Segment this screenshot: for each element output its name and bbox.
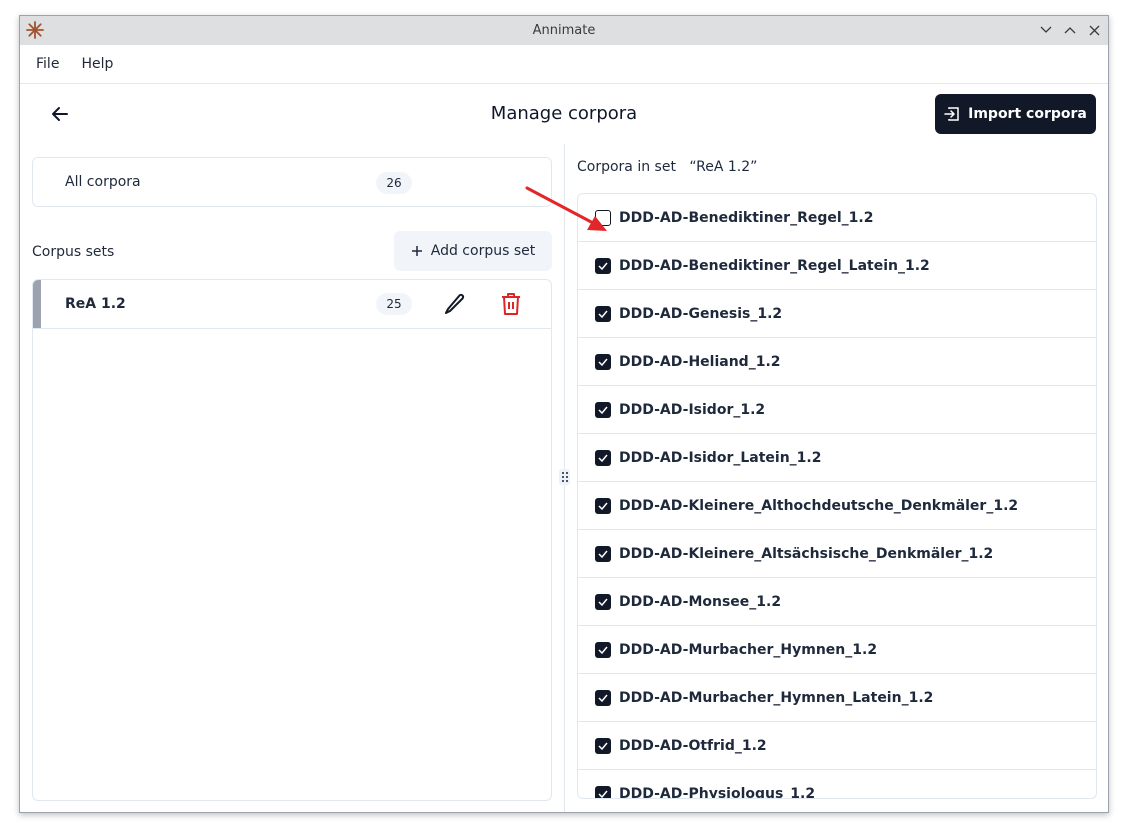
pencil-icon xyxy=(445,293,465,314)
corpus-checkbox[interactable] xyxy=(595,545,611,562)
corpus-row[interactable]: DDD-AD-Isidor_1.2 xyxy=(578,386,1096,434)
trash-icon xyxy=(502,293,520,315)
corpus-checkbox[interactable] xyxy=(595,641,611,658)
corpus-row[interactable]: DDD-AD-Kleinere_Altsächsische_Denkmäler_… xyxy=(578,530,1096,578)
corpus-sets-pane: All corpora 26 Corpus sets Add corpus se… xyxy=(32,157,552,801)
corpus-name: DDD-AD-Murbacher_Hymnen_1.2 xyxy=(619,641,878,658)
menu-help[interactable]: Help xyxy=(81,56,113,72)
corpus-name: DDD-AD-Isidor_1.2 xyxy=(619,401,766,418)
corpus-name: DDD-AD-Benediktiner_Regel_1.2 xyxy=(619,209,874,226)
close-icon xyxy=(1089,25,1099,35)
all-corpora-item[interactable]: All corpora 26 xyxy=(32,157,552,207)
corpus-row[interactable]: DDD-AD-Isidor_Latein_1.2 xyxy=(578,434,1096,482)
corpus-checklist: DDD-AD-Benediktiner_Regel_1.2 DDD-AD-Bene… xyxy=(577,193,1097,799)
corpus-name: DDD-AD-Physiologus_1.2 xyxy=(619,785,816,799)
corpus-sets-list: ReA 1.2 25 xyxy=(32,279,552,801)
corpus-sets-heading: Corpus sets xyxy=(32,244,115,260)
import-corpora-button[interactable]: Import corpora xyxy=(935,94,1096,134)
heading-set-name: “ReA 1.2” xyxy=(689,159,758,175)
delete-set-button[interactable] xyxy=(497,290,525,318)
check-icon xyxy=(598,454,608,462)
check-icon xyxy=(598,790,608,798)
corpora-in-set-heading: Corpora in set “ReA 1.2” xyxy=(577,159,757,175)
check-icon xyxy=(598,502,608,510)
menu-file[interactable]: File xyxy=(36,56,59,72)
chevron-down-icon xyxy=(1040,26,1052,33)
corpus-row[interactable]: DDD-AD-Kleinere_Althochdeutsche_Denkmäle… xyxy=(578,482,1096,530)
corpus-checkbox[interactable] xyxy=(595,305,611,322)
corpus-row[interactable]: DDD-AD-Benediktiner_Regel_Latein_1.2 xyxy=(578,242,1096,290)
heading-prefix: Corpora in set xyxy=(577,159,676,175)
check-icon xyxy=(598,742,608,750)
corpus-checkbox[interactable] xyxy=(595,497,611,514)
check-icon xyxy=(598,598,608,606)
corpus-checkbox[interactable] xyxy=(595,737,611,754)
corpus-set-count-badge: 25 xyxy=(376,293,412,315)
corpus-row[interactable]: DDD-AD-Genesis_1.2 xyxy=(578,290,1096,338)
corpus-checkbox[interactable] xyxy=(595,689,611,706)
selected-indicator xyxy=(33,280,41,328)
resize-handle[interactable] xyxy=(559,469,570,485)
corpora-in-set-pane: Corpora in set “ReA 1.2” DDD-AD-Benedikt… xyxy=(577,157,1097,801)
corpus-checkbox[interactable] xyxy=(595,449,611,466)
window-title: Annimate xyxy=(532,23,596,38)
corpus-name: DDD-AD-Murbacher_Hymnen_Latein_1.2 xyxy=(619,689,934,706)
corpus-name: DDD-AD-Kleinere_Altsächsische_Denkmäler_… xyxy=(619,545,994,562)
corpus-checkbox[interactable] xyxy=(595,785,611,798)
title-bar: Annimate xyxy=(20,16,1108,45)
add-corpus-set-label: Add corpus set xyxy=(430,243,536,259)
close-window-button[interactable] xyxy=(1086,21,1102,39)
page-header: Manage corpora Import corpora xyxy=(20,84,1108,144)
corpus-name: DDD-AD-Benediktiner_Regel_Latein_1.2 xyxy=(619,257,930,274)
corpus-name: DDD-AD-Monsee_1.2 xyxy=(619,593,782,610)
corpus-set-row[interactable]: ReA 1.2 25 xyxy=(33,280,551,329)
corpus-checkbox[interactable] xyxy=(595,401,611,418)
corpus-name: DDD-AD-Heliand_1.2 xyxy=(619,353,781,370)
import-icon xyxy=(944,107,959,121)
corpus-name: DDD-AD-Otfrid_1.2 xyxy=(619,737,767,754)
check-icon xyxy=(598,358,608,366)
corpus-row[interactable]: DDD-AD-Heliand_1.2 xyxy=(578,338,1096,386)
corpus-checkbox[interactable] xyxy=(595,257,611,274)
maximize-button[interactable] xyxy=(1062,21,1078,39)
check-icon xyxy=(598,646,608,654)
check-icon xyxy=(598,694,608,702)
corpus-row[interactable]: DDD-AD-Murbacher_Hymnen_1.2 xyxy=(578,626,1096,674)
corpus-name: DDD-AD-Genesis_1.2 xyxy=(619,305,783,322)
minimize-button[interactable] xyxy=(1038,21,1054,39)
check-icon xyxy=(598,406,608,414)
app-logo-icon xyxy=(26,21,44,39)
corpus-name: DDD-AD-Isidor_Latein_1.2 xyxy=(619,449,822,466)
plus-icon xyxy=(411,246,422,256)
all-corpora-count-badge: 26 xyxy=(376,172,412,194)
corpus-checkbox[interactable] xyxy=(595,593,611,610)
add-corpus-set-button[interactable]: Add corpus set xyxy=(394,231,552,271)
corpus-checkbox[interactable] xyxy=(595,353,611,370)
corpus-row[interactable]: DDD-AD-Otfrid_1.2 xyxy=(578,722,1096,770)
corpus-name: DDD-AD-Kleinere_Althochdeutsche_Denkmäle… xyxy=(619,497,1019,514)
corpus-row[interactable]: DDD-AD-Monsee_1.2 xyxy=(578,578,1096,626)
edit-set-button[interactable] xyxy=(441,290,469,318)
corpus-checkbox[interactable] xyxy=(595,209,611,226)
check-icon xyxy=(598,262,608,270)
corpus-row[interactable]: DDD-AD-Murbacher_Hymnen_Latein_1.2 xyxy=(578,674,1096,722)
grip-icon xyxy=(561,472,568,482)
corpus-row[interactable]: DDD-AD-Benediktiner_Regel_1.2 xyxy=(578,194,1096,242)
check-icon xyxy=(598,550,608,558)
corpus-set-name: ReA 1.2 xyxy=(65,296,126,312)
import-corpora-label: Import corpora xyxy=(968,106,1087,122)
app-window: Annimate File Help Manage corpora Import… xyxy=(19,15,1109,813)
all-corpora-label: All corpora xyxy=(65,174,141,190)
chevron-up-icon xyxy=(1064,27,1076,34)
corpus-row[interactable]: DDD-AD-Physiologus_1.2 xyxy=(578,770,1096,799)
check-icon xyxy=(598,310,608,318)
menu-bar: File Help xyxy=(20,45,1108,84)
